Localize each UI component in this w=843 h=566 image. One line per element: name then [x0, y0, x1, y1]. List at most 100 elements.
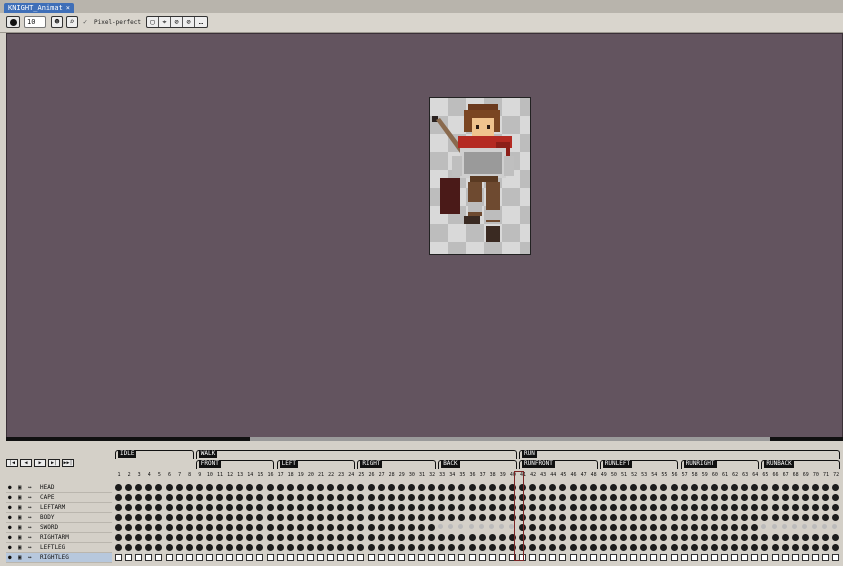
- cel[interactable]: [488, 484, 496, 491]
- frame-number[interactable]: 19: [297, 472, 305, 478]
- cel[interactable]: [216, 504, 223, 511]
- cel[interactable]: [630, 504, 638, 511]
- cel[interactable]: [478, 534, 486, 541]
- frame-number[interactable]: 24: [347, 472, 355, 478]
- cel[interactable]: [801, 524, 807, 529]
- frame-number[interactable]: 28: [388, 472, 396, 478]
- cel[interactable]: [569, 514, 577, 521]
- cel[interactable]: [327, 534, 335, 541]
- cel[interactable]: [721, 504, 728, 511]
- cel[interactable]: [428, 494, 436, 501]
- layer-row[interactable]: ● ▣ ↔ CAPE: [6, 493, 112, 503]
- cel[interactable]: [306, 544, 314, 551]
- cel[interactable]: [801, 554, 809, 561]
- cel[interactable]: [185, 554, 193, 561]
- link-icon[interactable]: ↔: [28, 533, 32, 542]
- cel[interactable]: [822, 484, 829, 491]
- cel[interactable]: [185, 534, 193, 541]
- cel[interactable]: [286, 514, 294, 521]
- cel[interactable]: [741, 534, 749, 541]
- frame-number[interactable]: 72: [832, 472, 840, 478]
- cel[interactable]: [407, 504, 415, 511]
- cel[interactable]: [771, 484, 779, 491]
- cel[interactable]: [609, 534, 617, 541]
- tag-runleft[interactable]: RUNLEFT: [599, 460, 679, 469]
- cel[interactable]: [741, 554, 749, 561]
- cel[interactable]: [286, 524, 294, 531]
- cel[interactable]: [226, 504, 234, 511]
- cel[interactable]: [721, 554, 728, 561]
- cel[interactable]: [599, 504, 607, 511]
- cel[interactable]: [205, 514, 213, 521]
- cel[interactable]: [478, 494, 486, 501]
- cel[interactable]: [317, 484, 324, 491]
- cel[interactable]: [317, 504, 324, 511]
- link-icon[interactable]: ↔: [28, 493, 32, 502]
- cel[interactable]: [620, 514, 627, 521]
- cel[interactable]: [822, 514, 829, 521]
- frame-number[interactable]: 10: [206, 472, 214, 478]
- tag-idle[interactable]: IDLE: [115, 450, 194, 459]
- cel[interactable]: [226, 494, 234, 501]
- eye-icon[interactable]: ●: [8, 513, 12, 522]
- frame-number[interactable]: 16: [267, 472, 275, 478]
- cel[interactable]: [751, 534, 759, 541]
- cel[interactable]: [761, 484, 769, 491]
- cel[interactable]: [488, 494, 496, 501]
- cel[interactable]: [791, 544, 799, 551]
- cel[interactable]: [609, 544, 617, 551]
- cel[interactable]: [236, 534, 244, 541]
- cel[interactable]: [630, 524, 638, 531]
- cel[interactable]: [670, 534, 678, 541]
- cel[interactable]: [771, 494, 779, 501]
- cel[interactable]: [761, 494, 769, 501]
- frame-number[interactable]: 59: [701, 472, 709, 478]
- tag-walk[interactable]: WALK: [195, 450, 517, 459]
- cel[interactable]: [822, 554, 829, 561]
- cel[interactable]: [448, 534, 456, 541]
- cel[interactable]: [650, 544, 658, 551]
- cel[interactable]: [256, 554, 264, 561]
- frame-number[interactable]: 36: [469, 472, 477, 478]
- cel[interactable]: [135, 534, 143, 541]
- cel[interactable]: [205, 524, 213, 531]
- cel[interactable]: [731, 484, 739, 491]
- cel[interactable]: [256, 524, 264, 531]
- cel[interactable]: [306, 554, 314, 561]
- cel[interactable]: [791, 514, 799, 521]
- frame-number[interactable]: 3: [135, 472, 143, 478]
- cel[interactable]: [165, 524, 173, 531]
- cel[interactable]: [539, 534, 547, 541]
- frame-number[interactable]: 43: [539, 472, 547, 478]
- frame-number[interactable]: 32: [428, 472, 436, 478]
- cel[interactable]: [700, 494, 708, 501]
- horizontal-scrollbar[interactable]: [6, 437, 843, 441]
- cel[interactable]: [347, 514, 355, 521]
- cel[interactable]: [660, 494, 668, 501]
- cel[interactable]: [377, 524, 385, 531]
- cel[interactable]: [226, 554, 234, 561]
- cel[interactable]: [155, 504, 163, 511]
- frame-number[interactable]: 21: [317, 472, 325, 478]
- cel[interactable]: [175, 544, 183, 551]
- cel[interactable]: [438, 504, 446, 511]
- cel[interactable]: [448, 544, 456, 551]
- cel[interactable]: [640, 534, 648, 541]
- cel[interactable]: [165, 534, 173, 541]
- cel[interactable]: [781, 554, 789, 561]
- cel[interactable]: [811, 544, 819, 551]
- cel[interactable]: [286, 494, 294, 501]
- lock-icon[interactable]: ▣: [18, 543, 22, 552]
- cel[interactable]: [246, 554, 254, 561]
- cel[interactable]: [579, 544, 587, 551]
- cel[interactable]: [276, 484, 284, 491]
- cel[interactable]: [498, 544, 506, 551]
- cel[interactable]: [670, 494, 678, 501]
- cel[interactable]: [599, 494, 607, 501]
- cel[interactable]: [367, 524, 375, 531]
- cel[interactable]: [559, 514, 567, 521]
- cel[interactable]: [448, 514, 456, 521]
- cel[interactable]: [822, 544, 829, 551]
- frame-number[interactable]: 9: [196, 472, 204, 478]
- cel[interactable]: [418, 534, 425, 541]
